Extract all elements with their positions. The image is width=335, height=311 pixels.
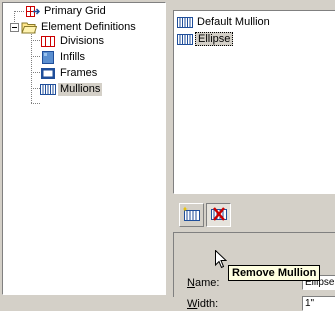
tree-item-primary-grid[interactable]: Primary Grid bbox=[24, 4, 108, 19]
tree-item-label: Frames bbox=[60, 67, 98, 79]
mullions-icon bbox=[40, 83, 56, 96]
remove-mullion-tooltip: Remove Mullion bbox=[228, 265, 321, 281]
collapse-toggle[interactable] bbox=[10, 23, 19, 32]
divisions-icon bbox=[40, 35, 56, 48]
frames-icon bbox=[40, 67, 56, 80]
tree-connector bbox=[31, 31, 32, 103]
tree-connector bbox=[14, 11, 24, 12]
width-field[interactable]: 1" bbox=[302, 296, 335, 311]
list-toolbar bbox=[173, 197, 335, 231]
list-item-label: Ellipse bbox=[195, 32, 234, 46]
element-tree[interactable]: Primary Grid Element Definitions Divisio… bbox=[2, 2, 166, 295]
mullion-list[interactable]: Default Mullion Ellipse bbox=[173, 10, 335, 194]
list-item-ellipse[interactable]: Ellipse bbox=[177, 32, 234, 46]
tree-item-divisions[interactable]: Divisions bbox=[40, 34, 106, 49]
mullion-icon bbox=[177, 16, 193, 29]
tree-connector bbox=[31, 40, 40, 41]
list-item-label: Default Mullion bbox=[197, 16, 270, 28]
tree-item-infills[interactable]: Infills bbox=[40, 50, 87, 65]
tree-item-frames[interactable]: Frames bbox=[40, 66, 99, 81]
new-mullion-button[interactable] bbox=[179, 203, 204, 227]
remove-mullion-button[interactable] bbox=[206, 203, 231, 227]
tree-item-label: Divisions bbox=[60, 35, 105, 47]
tree-item-label: Infills bbox=[60, 51, 86, 63]
tree-item-element-definitions[interactable]: Element Definitions bbox=[21, 20, 138, 35]
mullion-icon bbox=[177, 33, 193, 46]
folder-open-icon bbox=[21, 21, 38, 34]
remove-mullion-icon bbox=[210, 206, 228, 225]
infills-icon bbox=[40, 51, 56, 64]
tree-connector bbox=[31, 56, 40, 57]
name-label: Name: bbox=[187, 277, 220, 289]
tree-connector bbox=[31, 72, 40, 73]
tree-item-label: Mullions bbox=[58, 83, 103, 96]
tree-connector bbox=[31, 103, 40, 104]
tree-item-label: Primary Grid bbox=[44, 5, 106, 17]
new-mullion-icon bbox=[181, 206, 201, 225]
tree-item-label: Element Definitions bbox=[41, 21, 136, 33]
primary-grid-icon bbox=[24, 5, 41, 18]
width-label: Width: bbox=[187, 298, 219, 310]
tree-connector bbox=[31, 88, 40, 89]
list-item-default-mullion[interactable]: Default Mullion bbox=[177, 15, 272, 29]
mouse-cursor-icon bbox=[215, 249, 228, 272]
tree-item-mullions[interactable]: Mullions bbox=[40, 82, 103, 97]
